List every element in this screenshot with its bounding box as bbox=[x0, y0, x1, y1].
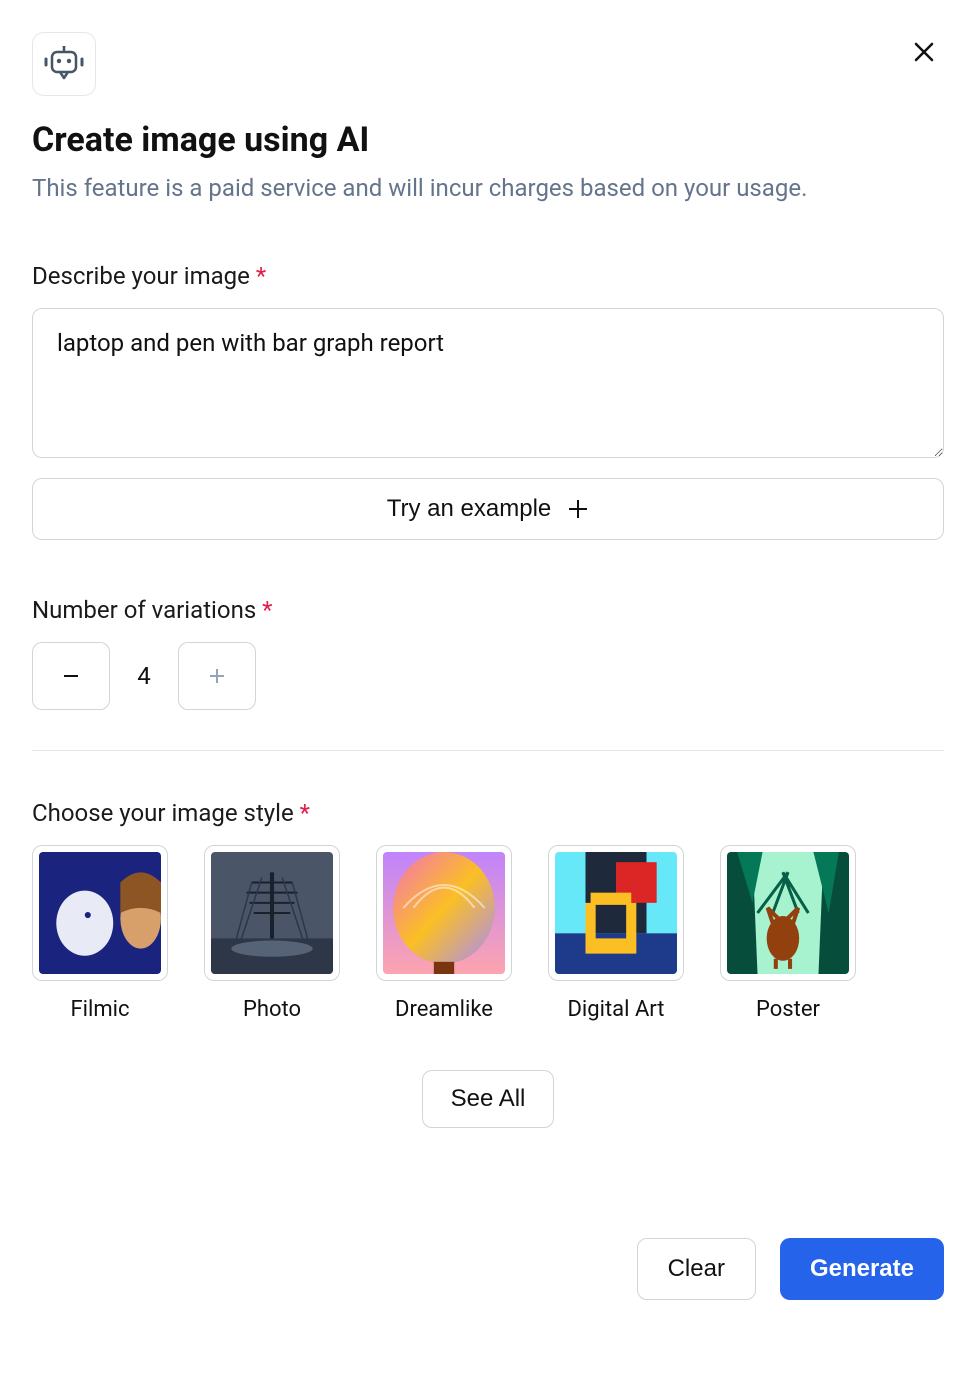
style-thumb-poster bbox=[720, 845, 856, 981]
styles-row: Filmic Photo bbox=[32, 845, 944, 1022]
filmic-thumbnail-icon bbox=[39, 852, 161, 974]
variations-label: Number of variations * bbox=[32, 596, 944, 624]
style-label-text: Digital Art bbox=[567, 997, 664, 1022]
style-filmic[interactable]: Filmic bbox=[32, 845, 168, 1022]
poster-thumbnail-icon bbox=[727, 852, 849, 974]
style-label-text: Photo bbox=[243, 997, 301, 1022]
generate-button[interactable]: Generate bbox=[780, 1238, 944, 1300]
style-thumb-dreamlike bbox=[376, 845, 512, 981]
variations-stepper: 4 bbox=[32, 642, 944, 710]
plus-icon bbox=[567, 498, 589, 520]
bot-icon bbox=[44, 46, 84, 82]
clear-button[interactable]: Clear bbox=[637, 1238, 756, 1300]
style-label-text: Filmic bbox=[70, 997, 129, 1022]
see-all-button[interactable]: See All bbox=[422, 1070, 555, 1128]
try-example-label: Try an example bbox=[387, 495, 552, 523]
increment-button[interactable] bbox=[178, 642, 256, 710]
digital-art-thumbnail-icon bbox=[555, 852, 677, 974]
photo-thumbnail-icon bbox=[211, 852, 333, 974]
style-dreamlike[interactable]: Dreamlike bbox=[376, 845, 512, 1022]
page-title: Create image using AI bbox=[32, 120, 944, 160]
style-poster[interactable]: Poster bbox=[720, 845, 856, 1022]
style-label-text: Dreamlike bbox=[395, 997, 493, 1022]
variations-label-text: Number of variations bbox=[32, 596, 256, 624]
style-label-text: Choose your image style bbox=[32, 799, 294, 827]
page-subtitle: This feature is a paid service and will … bbox=[32, 172, 944, 206]
describe-label-text: Describe your image bbox=[32, 262, 250, 290]
style-photo[interactable]: Photo bbox=[204, 845, 340, 1022]
variations-value: 4 bbox=[134, 662, 154, 690]
style-digital-art[interactable]: Digital Art bbox=[548, 845, 684, 1022]
close-icon bbox=[912, 40, 936, 64]
divider bbox=[32, 750, 944, 751]
style-thumb-photo bbox=[204, 845, 340, 981]
close-button[interactable] bbox=[904, 32, 944, 72]
required-asterisk: * bbox=[262, 596, 272, 624]
minus-icon bbox=[61, 666, 81, 686]
footer-actions: Clear Generate bbox=[32, 1238, 944, 1300]
describe-input[interactable] bbox=[32, 308, 944, 458]
style-label-text: Poster bbox=[756, 997, 820, 1022]
dreamlike-thumbnail-icon bbox=[383, 852, 505, 974]
style-thumb-filmic bbox=[32, 845, 168, 981]
decrement-button[interactable] bbox=[32, 642, 110, 710]
style-thumb-digital-art bbox=[548, 845, 684, 981]
plus-icon bbox=[207, 666, 227, 686]
required-asterisk: * bbox=[256, 262, 266, 290]
style-label: Choose your image style * bbox=[32, 799, 944, 827]
try-example-button[interactable]: Try an example bbox=[32, 478, 944, 540]
required-asterisk: * bbox=[300, 799, 310, 827]
describe-label: Describe your image * bbox=[32, 262, 944, 290]
ai-bot-logo bbox=[32, 32, 96, 96]
